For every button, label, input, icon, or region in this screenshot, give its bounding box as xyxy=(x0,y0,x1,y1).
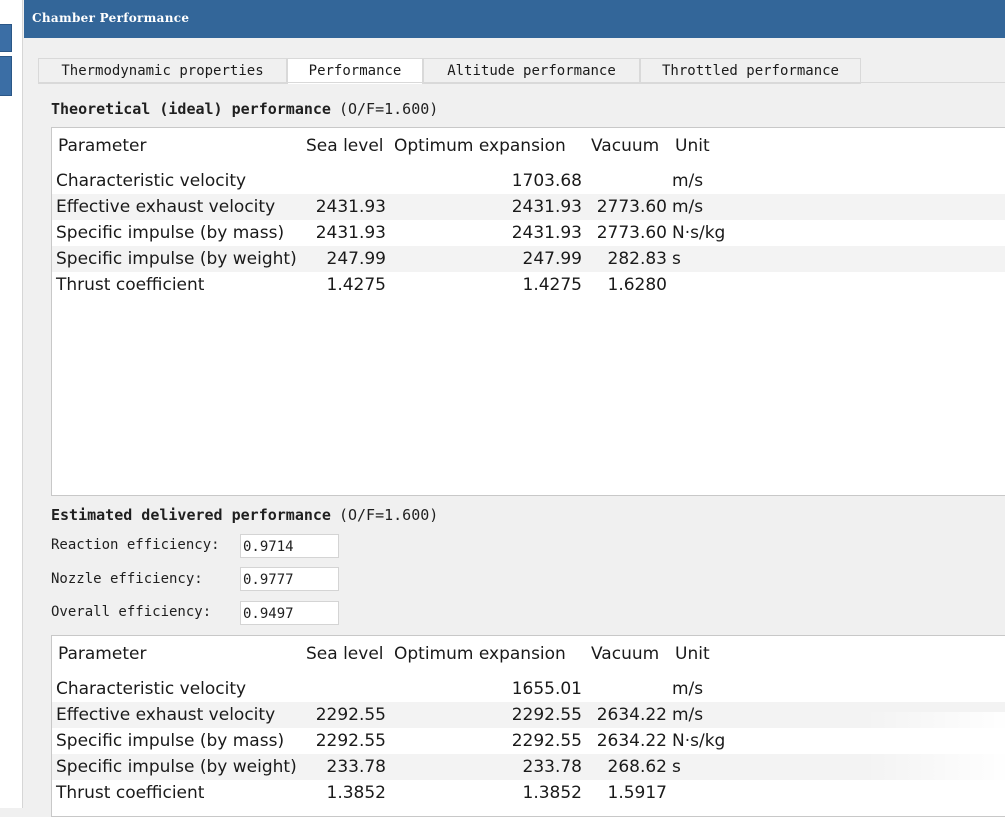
table-row[interactable]: Specific impulse (by weight) 247.99 247.99… xyxy=(52,246,1005,272)
cell-unit: m/s xyxy=(672,679,704,699)
overall-efficiency-field[interactable]: 0.9497 xyxy=(240,601,339,625)
table-header: Parameter Sea level Optimum expansion Va… xyxy=(52,644,1005,668)
cell-sea-level: 233.78 xyxy=(326,757,386,777)
column-header-vacuum[interactable]: Vacuum xyxy=(591,644,659,664)
cell-optimum-expansion: 2292.55 xyxy=(511,705,582,725)
cell-parameter: Thrust coefficient xyxy=(56,783,205,803)
column-header-parameter[interactable]: Parameter xyxy=(58,644,146,664)
dock-tab[interactable] xyxy=(0,24,12,52)
cell-vacuum: 268.62 xyxy=(607,757,667,777)
cell-parameter: Specific impulse (by mass) xyxy=(56,731,285,751)
left-dock-strip xyxy=(0,0,23,808)
overall-efficiency-label: Overall efficiency: xyxy=(51,604,212,620)
cell-vacuum: 2773.60 xyxy=(596,197,667,217)
delivered-heading: Estimated delivered performance (O/F=1.60… xyxy=(51,506,438,524)
column-header-unit[interactable]: Unit xyxy=(675,136,710,156)
theoretical-heading: Theoretical (ideal) performance (O/F=1.60… xyxy=(51,100,438,118)
tab-thermodynamic-properties[interactable]: Thermodynamic properties xyxy=(38,58,287,84)
cell-sea-level: 2292.55 xyxy=(315,731,386,751)
cell-sea-level: 1.4275 xyxy=(326,275,386,295)
dock-tab[interactable] xyxy=(0,56,12,96)
tab-throttled-performance[interactable]: Throttled performance xyxy=(640,58,861,84)
cell-unit: N·s/kg xyxy=(672,223,726,243)
column-header-optimum-expansion[interactable]: Optimum expansion xyxy=(394,136,566,156)
cell-optimum-expansion: 2431.93 xyxy=(511,223,582,243)
cell-unit: m/s xyxy=(672,197,704,217)
nozzle-efficiency-field[interactable]: 0.9777 xyxy=(240,567,339,591)
cell-vacuum: 1.6280 xyxy=(607,275,667,295)
delivered-heading-title: Estimated delivered performance xyxy=(51,506,331,524)
column-header-parameter[interactable]: Parameter xyxy=(58,136,146,156)
table-row[interactable]: Specific impulse (by mass) 2292.55 2292.55… xyxy=(52,728,1005,754)
screen-glare xyxy=(865,712,1005,808)
cell-sea-level: 247.99 xyxy=(326,249,386,269)
column-header-sea-level[interactable]: Sea level xyxy=(306,644,384,664)
cell-sea-level: 2431.93 xyxy=(315,223,386,243)
cell-unit: s xyxy=(672,249,681,269)
cell-parameter: Specific impulse (by weight) xyxy=(56,249,297,269)
delivered-of-ratio: (O/F=1.600) xyxy=(338,506,439,524)
cell-optimum-expansion: 247.99 xyxy=(522,249,582,269)
column-header-sea-level[interactable]: Sea level xyxy=(306,136,384,156)
table-row[interactable]: Characteristic velocity 1655.01 m/s xyxy=(52,676,1005,702)
cell-optimum-expansion: 1.4275 xyxy=(522,275,582,295)
table-header: Parameter Sea level Optimum expansion Va… xyxy=(52,136,1005,160)
cell-optimum-expansion: 1.3852 xyxy=(522,783,582,803)
cell-parameter: Specific impulse (by weight) xyxy=(56,757,297,777)
cell-parameter: Effective exhaust velocity xyxy=(56,197,276,217)
table-row[interactable]: Thrust coefficient 1.4275 1.4275 1.6280 xyxy=(52,272,1005,298)
cell-parameter: Characteristic velocity xyxy=(56,679,247,699)
theoretical-of-ratio: (O/F=1.600) xyxy=(338,100,439,118)
nozzle-efficiency-label: Nozzle efficiency: xyxy=(51,571,203,587)
column-header-vacuum[interactable]: Vacuum xyxy=(591,136,659,156)
cell-optimum-expansion: 1703.68 xyxy=(511,171,582,191)
delivered-performance-table[interactable]: Parameter Sea level Optimum expansion Va… xyxy=(51,635,1005,817)
reaction-efficiency-field[interactable]: 0.9714 xyxy=(240,534,339,558)
table-row[interactable]: Effective exhaust velocity 2292.55 2292.55… xyxy=(52,702,1005,728)
reaction-efficiency-label: Reaction efficiency: xyxy=(51,537,220,553)
cell-optimum-expansion: 1655.01 xyxy=(511,679,582,699)
cell-vacuum: 1.5917 xyxy=(607,783,667,803)
window-title: Chamber Performance xyxy=(32,11,190,25)
cell-unit: m/s xyxy=(672,171,704,191)
table-row[interactable]: Thrust coefficient 1.3852 1.3852 1.5917 xyxy=(52,780,1005,806)
cell-unit: s xyxy=(672,757,681,777)
tab-altitude-performance[interactable]: Altitude performance xyxy=(423,58,640,84)
cell-sea-level: 2431.93 xyxy=(315,197,386,217)
cell-parameter: Specific impulse (by mass) xyxy=(56,223,285,243)
cell-optimum-expansion: 2431.93 xyxy=(511,197,582,217)
cell-parameter: Characteristic velocity xyxy=(56,171,247,191)
tab-divider xyxy=(38,82,1005,83)
table-row[interactable]: Effective exhaust velocity 2431.93 2431.93… xyxy=(52,194,1005,220)
cell-parameter: Thrust coefficient xyxy=(56,275,205,295)
window-titlebar: Chamber Performance xyxy=(24,0,1005,38)
cell-unit: N·s/kg xyxy=(672,731,726,751)
cell-unit: m/s xyxy=(672,705,704,725)
cell-parameter: Effective exhaust velocity xyxy=(56,705,276,725)
column-header-optimum-expansion[interactable]: Optimum expansion xyxy=(394,644,566,664)
theoretical-heading-title: Theoretical (ideal) performance xyxy=(51,100,331,118)
cell-optimum-expansion: 2292.55 xyxy=(511,731,582,751)
cell-optimum-expansion: 233.78 xyxy=(522,757,582,777)
theoretical-performance-table[interactable]: Parameter Sea level Optimum expansion Va… xyxy=(51,127,1005,496)
cell-vacuum: 282.83 xyxy=(607,249,667,269)
table-row[interactable]: Characteristic velocity 1703.68 m/s xyxy=(52,168,1005,194)
cell-sea-level: 2292.55 xyxy=(315,705,386,725)
cell-vacuum: 2773.60 xyxy=(596,223,667,243)
cell-sea-level: 1.3852 xyxy=(326,783,386,803)
table-row[interactable]: Specific impulse (by weight) 233.78 233.78… xyxy=(52,754,1005,780)
cell-vacuum: 2634.22 xyxy=(596,731,667,751)
cell-vacuum: 2634.22 xyxy=(596,705,667,725)
column-header-unit[interactable]: Unit xyxy=(675,644,710,664)
table-row[interactable]: Specific impulse (by mass) 2431.93 2431.93… xyxy=(52,220,1005,246)
tab-performance[interactable]: Performance xyxy=(287,58,423,84)
